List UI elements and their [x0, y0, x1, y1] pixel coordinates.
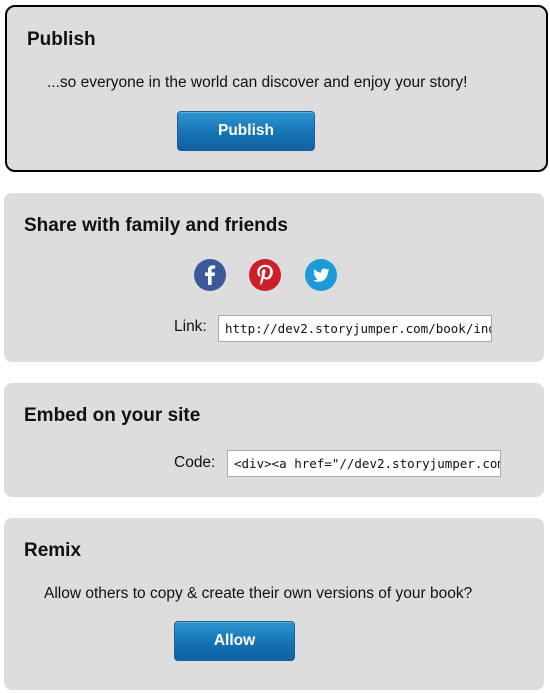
remix-panel: Remix Allow others to copy & create thei… [4, 518, 544, 690]
publish-description: ...so everyone in the world can discover… [47, 74, 468, 91]
embed-code-field[interactable]: <div><a href="//dev2.storyjumper.com/ [227, 450, 501, 477]
publish-panel: Publish ...so everyone in the world can … [5, 5, 548, 172]
pinterest-icon[interactable] [249, 259, 281, 291]
remix-description: Allow others to copy & create their own … [44, 585, 473, 602]
share-panel: Share with family and friends Link: http… [4, 193, 544, 362]
facebook-icon[interactable] [194, 259, 226, 291]
allow-button[interactable]: Allow [174, 621, 295, 661]
publish-button[interactable]: Publish [177, 111, 315, 151]
remix-title: Remix [24, 540, 82, 561]
twitter-icon[interactable] [305, 259, 337, 291]
publish-title: Publish [27, 29, 96, 50]
embed-title: Embed on your site [24, 405, 201, 426]
share-title: Share with family and friends [24, 215, 288, 236]
code-label: Code: [174, 454, 216, 471]
embed-panel: Embed on your site Code: <div><a href="/… [4, 383, 544, 497]
link-label: Link: [174, 318, 207, 335]
share-link-field[interactable]: http://dev2.storyjumper.com/book/index [218, 315, 492, 342]
